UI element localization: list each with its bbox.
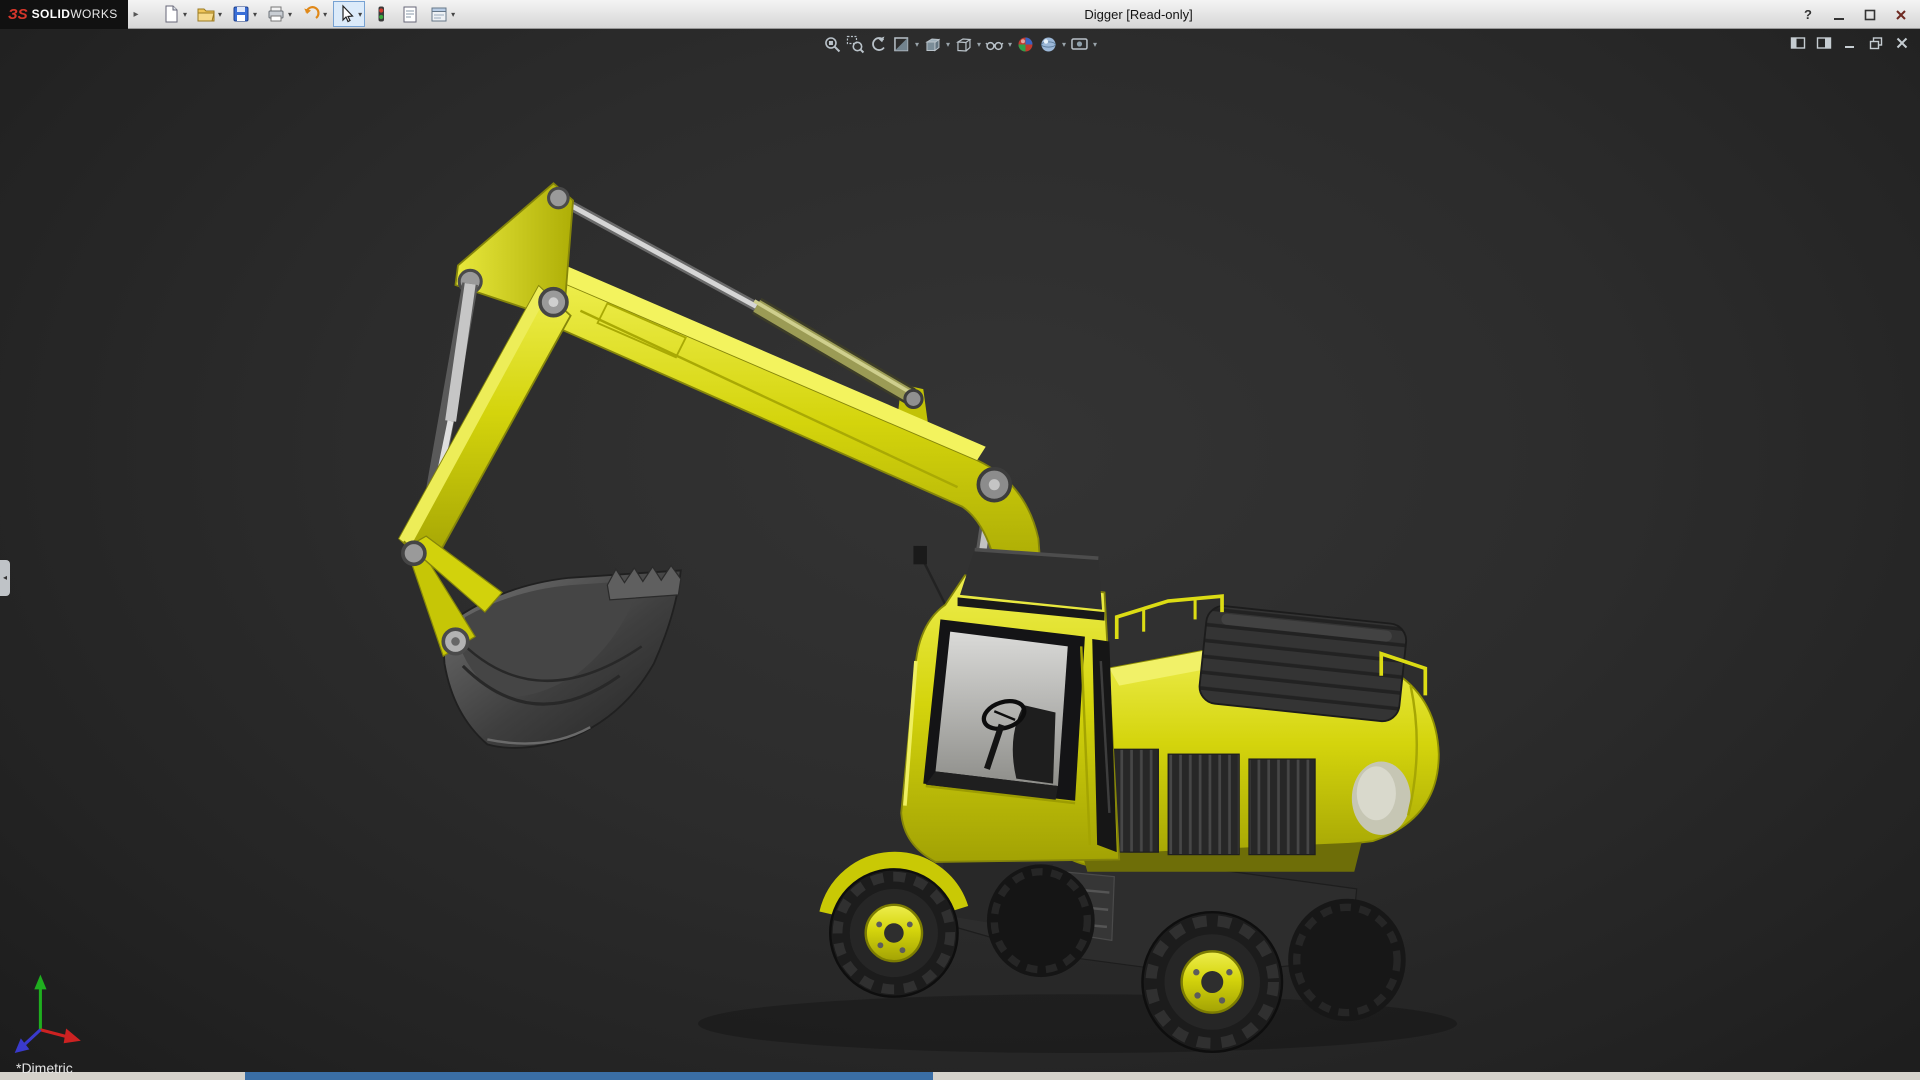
document-close-button[interactable] [1894,35,1910,51]
edit-appearance-button[interactable] [1015,34,1036,55]
dropdown-arrow[interactable]: ▾ [358,10,362,19]
zoom-to-area-button[interactable] [845,34,866,55]
select-button[interactable]: ▾ [333,1,365,27]
file-properties-icon [400,4,420,24]
dropdown-arrow[interactable]: ▾ [1008,40,1012,49]
options-icon [429,4,449,24]
rebuild-icon [371,4,391,24]
window-title: Digger [Read-only] [1084,0,1192,29]
dropdown-arrow[interactable]: ▾ [288,10,292,19]
document-close-icon [1894,35,1910,51]
print-icon [266,4,286,24]
document-window-controls [1790,35,1910,51]
dropdown-arrow[interactable]: ▾ [253,10,257,19]
brand-name: SOLID [32,7,71,21]
document-restore-icon [1868,35,1884,51]
model-canvas[interactable] [0,29,1920,1080]
front-wheel[interactable] [830,869,957,996]
display-style-button[interactable] [922,34,943,55]
scene-sphere-icon [1039,35,1058,54]
engine-hood[interactable] [1198,604,1408,722]
rear-wheel[interactable] [1142,912,1282,1052]
dropdown-arrow[interactable]: ▾ [451,10,455,19]
previous-view-icon [869,35,888,54]
maximize-button[interactable] [1861,6,1879,24]
maximize-icon [1863,8,1877,22]
view-settings-icon [1070,35,1089,54]
solidworks-logo: ЗS SOLIDWORKS [0,0,128,29]
file-properties-button[interactable] [397,1,423,27]
dropdown-arrow[interactable]: ▾ [183,10,187,19]
options-button[interactable]: ▾ [426,1,458,27]
save-floppy-icon [231,4,251,24]
bottom-taskbar-strip [0,1072,1920,1080]
graphics-viewport[interactable]: ▾ ▾ ▾ ▾ [0,29,1920,1080]
menu-flyout-arrow[interactable]: ▸ [128,9,144,20]
close-button[interactable] [1892,6,1910,24]
bucket-teeth [607,566,680,600]
3ds-logo-icon: ЗS [8,6,28,23]
side-grille [1168,754,1239,854]
solidworks-window: ЗS SOLIDWORKS ▸ ▾ ▾ [0,0,1920,1080]
heads-up-toolbar: ▾ ▾ ▾ ▾ [822,34,1098,55]
title-bar: ЗS SOLIDWORKS ▸ ▾ ▾ [0,0,1920,29]
dropdown-arrow[interactable]: ▾ [1062,40,1066,49]
view-orientation-label: *Dimetric [16,1060,73,1076]
document-minimize-icon [1842,35,1858,51]
window-controls: ? [1799,0,1910,29]
dropdown-arrow[interactable]: ▾ [1093,40,1097,49]
undo-button[interactable]: ▾ [298,1,330,27]
seat [1013,705,1056,783]
zoom-to-fit-icon [823,35,842,54]
display-style-icon [923,35,942,54]
glasses-icon [985,35,1004,54]
zoom-to-area-icon [846,35,865,54]
digger-model[interactable] [15,183,1457,1053]
cab[interactable] [901,546,1119,862]
bucket[interactable] [403,536,681,748]
close-icon [1894,8,1908,22]
dropdown-arrow[interactable]: ▾ [323,10,327,19]
pane-left-button[interactable] [1790,35,1806,51]
dropdown-arrow[interactable]: ▾ [915,40,919,49]
open-button[interactable]: ▾ [193,1,225,27]
pane-right-icon [1816,35,1832,51]
hide-show-items-button[interactable] [984,34,1005,55]
apply-scene-button[interactable] [1038,34,1059,55]
minimize-button[interactable] [1830,6,1848,24]
print-button[interactable]: ▾ [263,1,295,27]
document-minimize-button[interactable] [1842,35,1858,51]
minimize-icon [1832,8,1846,22]
select-cursor-icon [336,4,356,24]
view-orientation-button[interactable] [953,34,974,55]
new-button[interactable]: ▾ [158,1,190,27]
boom-arm[interactable] [399,183,1043,602]
view-orientation-icon [954,35,973,54]
pane-left-icon [1790,35,1806,51]
side-grille [1249,759,1315,855]
view-settings-button[interactable] [1069,34,1090,55]
rebuild-button[interactable] [368,1,394,27]
section-view-button[interactable] [891,34,912,55]
document-restore-button[interactable] [1868,35,1884,51]
save-button[interactable]: ▾ [228,1,260,27]
open-folder-icon [196,4,216,24]
dropdown-arrow[interactable]: ▾ [218,10,222,19]
dropdown-arrow[interactable]: ▾ [977,40,981,49]
appearance-ball-icon [1016,35,1035,54]
main-toolbar: ▾ ▾ ▾ ▾ [158,1,458,27]
zoom-to-fit-button[interactable] [822,34,843,55]
new-document-icon [161,4,181,24]
previous-view-button[interactable] [868,34,889,55]
mirror [913,546,926,564]
pane-right-button[interactable] [1816,35,1832,51]
dropdown-arrow[interactable]: ▾ [946,40,950,49]
help-button[interactable]: ? [1799,6,1817,24]
undo-arrow-icon [301,4,321,24]
taskbar-active-app[interactable] [245,1072,933,1080]
orientation-triad [15,975,81,1053]
feature-panel-expand-tab[interactable]: ◂ [0,560,10,596]
section-view-icon [892,35,911,54]
